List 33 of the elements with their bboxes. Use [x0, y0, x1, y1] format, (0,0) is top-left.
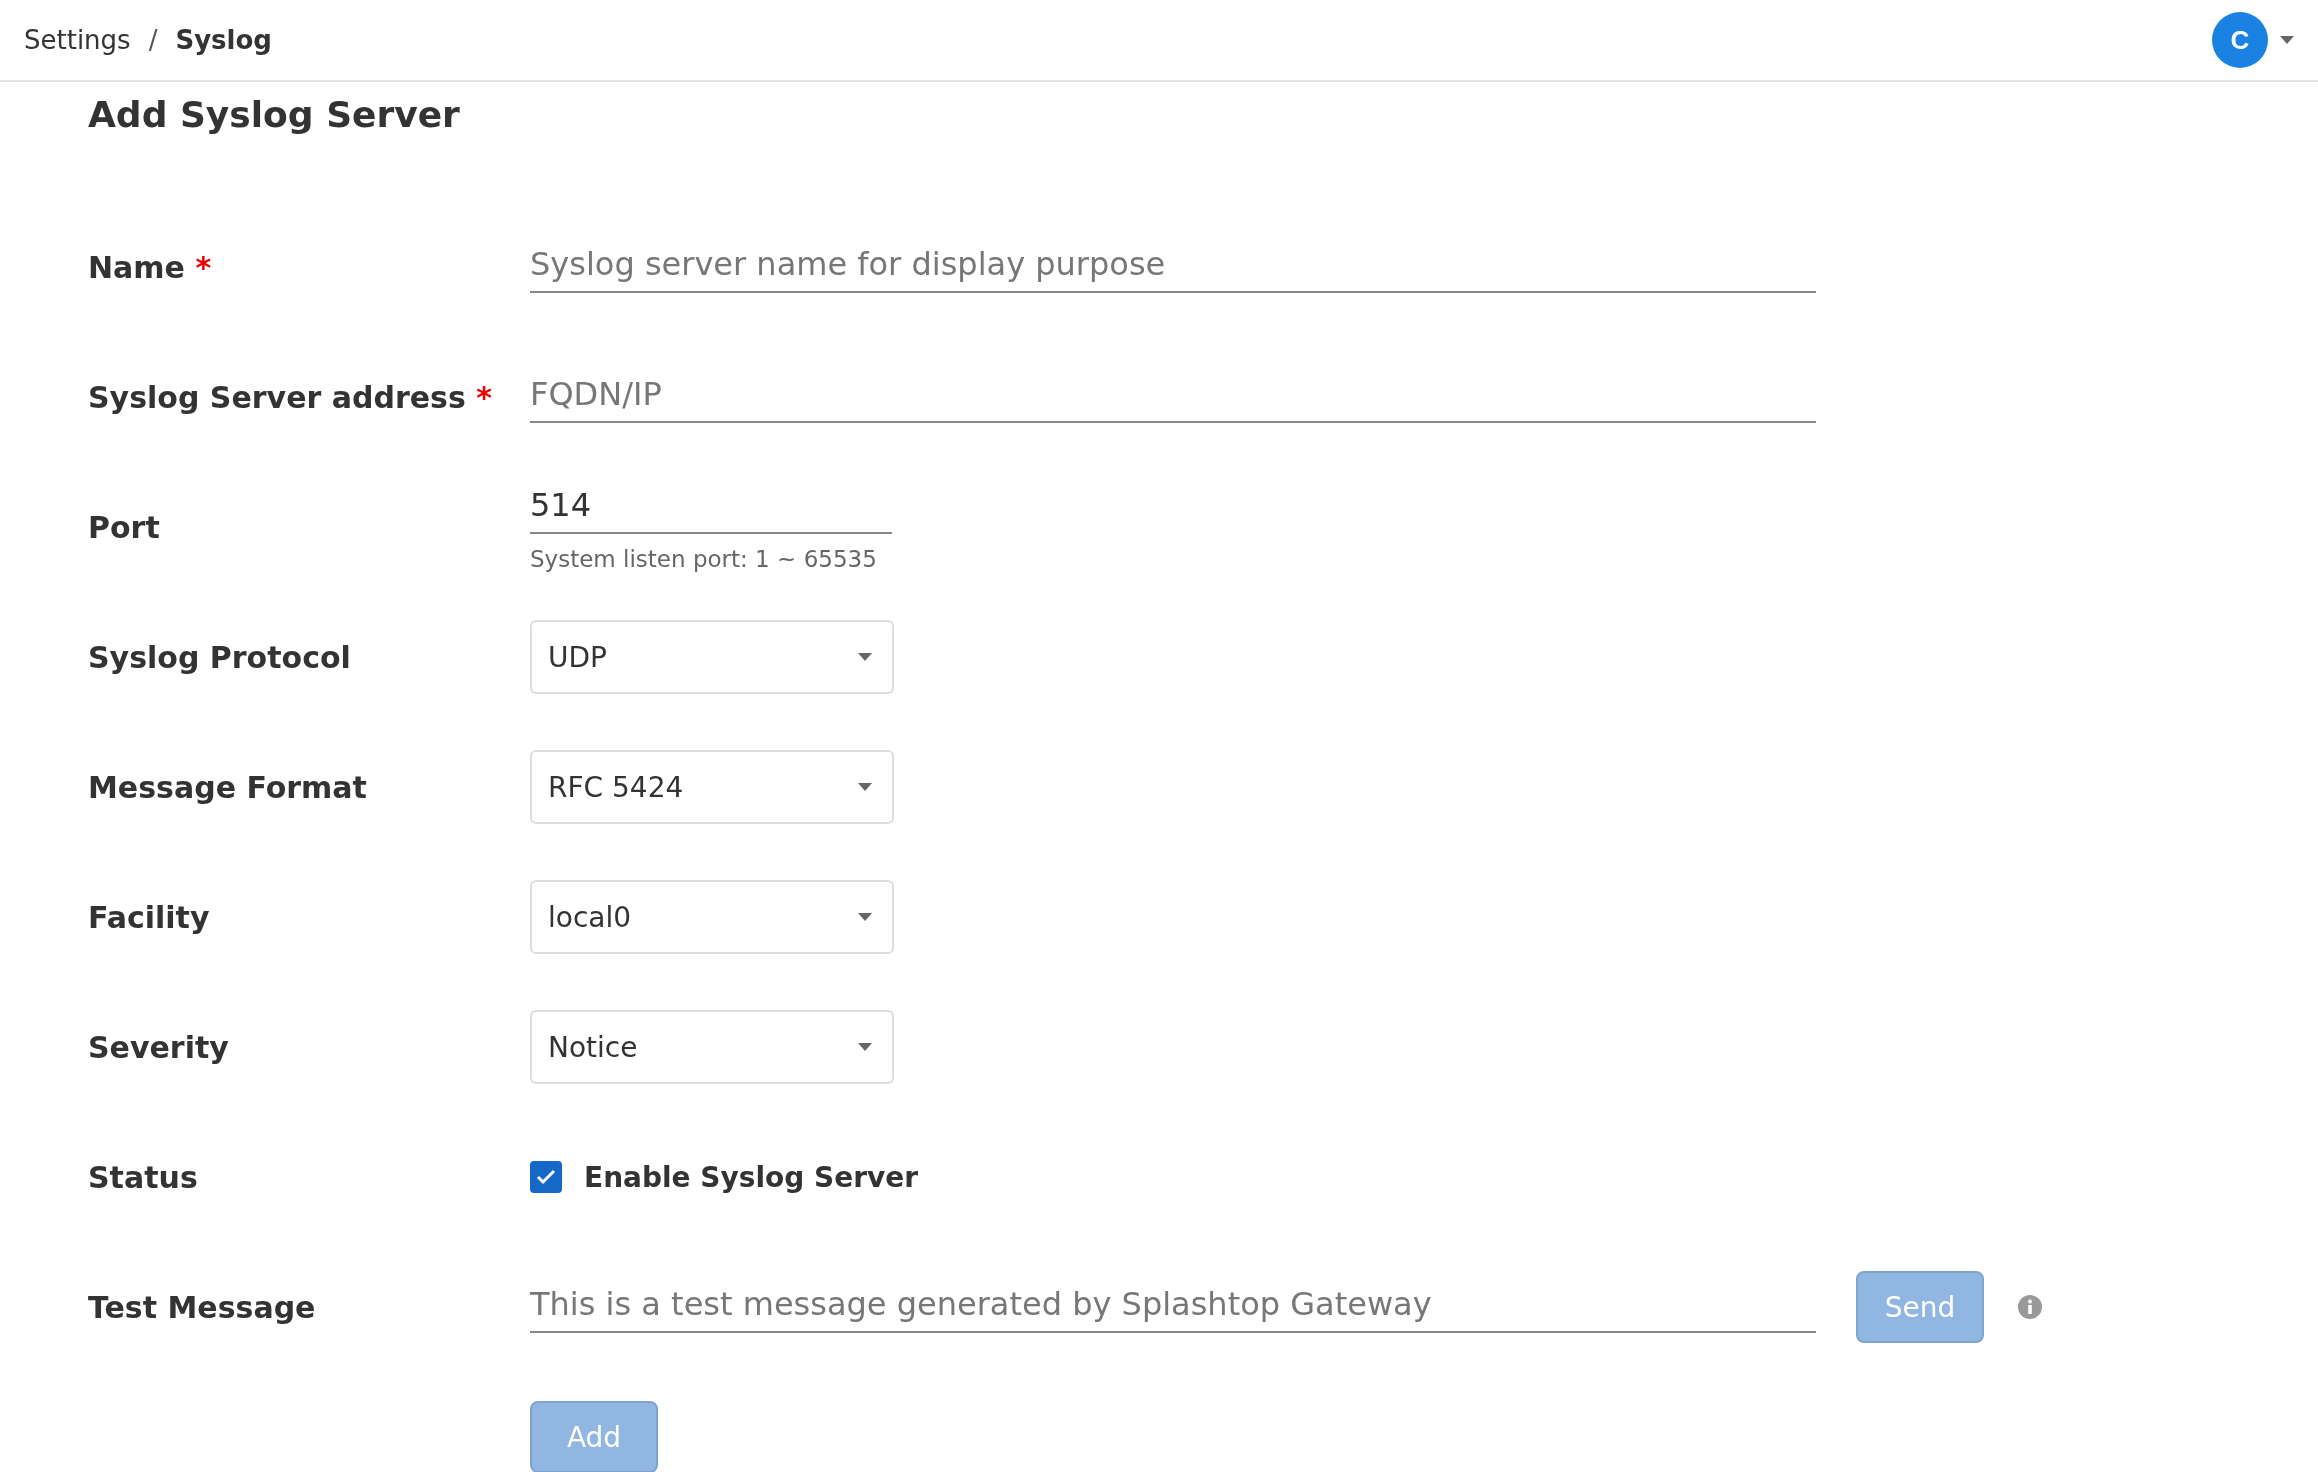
select-dropdown[interactable]: RFC 5424: [530, 750, 894, 824]
field-label: Status: [88, 1159, 199, 1195]
breadcrumb-link[interactable]: Syslog: [175, 25, 272, 55]
user-menu[interactable]: C: [2212, 12, 2294, 68]
text-field[interactable]: This is a test message generated by Splashtop Gateway: [530, 1281, 1816, 1333]
info-icon[interactable]: [2018, 1295, 2042, 1319]
caret-icon: [2280, 36, 2294, 44]
field-label: Name *: [88, 249, 213, 285]
caret-icon: [858, 783, 872, 791]
checkmark-icon: [536, 1169, 556, 1185]
breadcrumb-separator: /: [148, 25, 158, 55]
user-avatar: C: [2212, 12, 2268, 68]
field-hint: System listen port: 1 ~ 65535: [530, 546, 878, 572]
field-label: Syslog Protocol: [88, 639, 352, 675]
caret-icon: [858, 913, 872, 921]
breadcrumb-link[interactable]: Settings: [24, 25, 131, 55]
text-field[interactable]: 514: [530, 482, 892, 534]
field-label: Message Format: [88, 769, 368, 805]
select-dropdown[interactable]: local0: [530, 880, 894, 954]
field-label: Severity: [88, 1029, 230, 1065]
page-title: Add Syslog Server: [88, 93, 461, 137]
field-label: Test Message: [88, 1289, 317, 1325]
text-field[interactable]: FQDN/IP: [530, 371, 1816, 423]
text-field[interactable]: Syslog server name for display purpose: [530, 241, 1816, 293]
select-dropdown[interactable]: UDP: [530, 620, 894, 694]
field-label: Facility: [88, 899, 211, 935]
caret-icon: [858, 1043, 872, 1051]
checkbox-label: Enable Syslog Server: [584, 1160, 919, 1194]
caret-icon: [858, 653, 872, 661]
field-label: Syslog Server address *: [88, 379, 493, 415]
select-dropdown[interactable]: Notice: [530, 1010, 894, 1084]
checkbox[interactable]: [530, 1161, 562, 1193]
field-label: Port: [88, 509, 161, 545]
